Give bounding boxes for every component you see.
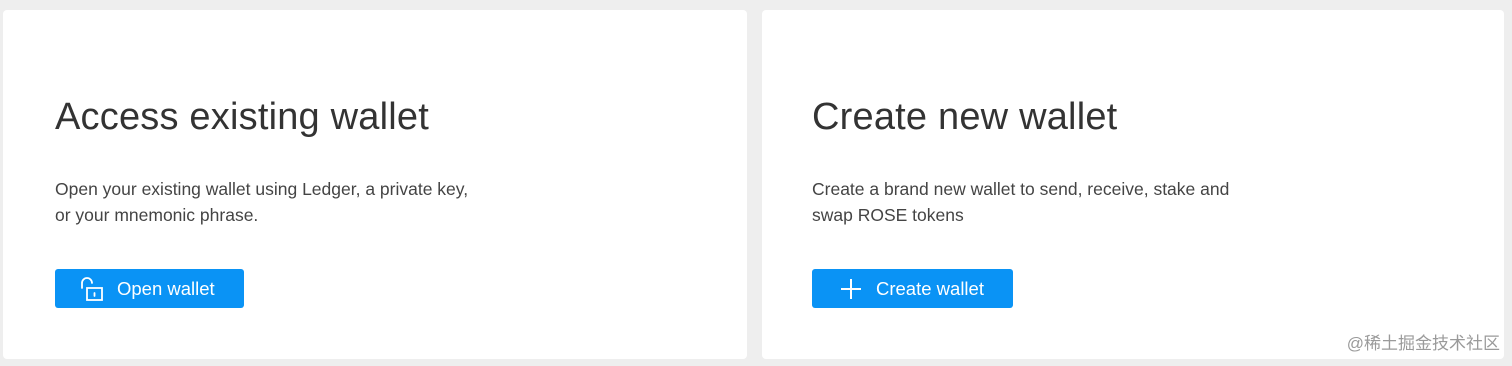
- open-wallet-button[interactable]: Open wallet: [55, 269, 244, 308]
- page: Access existing wallet Open your existin…: [0, 0, 1512, 366]
- access-wallet-title: Access existing wallet: [55, 96, 429, 138]
- create-wallet-card: Create new wallet Create a brand new wal…: [762, 10, 1504, 359]
- create-wallet-description: Create a brand new wallet to send, recei…: [812, 179, 1230, 225]
- access-wallet-description: Open your existing wallet using Ledger, …: [55, 179, 469, 225]
- create-wallet-button[interactable]: Create wallet: [812, 269, 1013, 308]
- watermark: @稀土掘金技术社区: [1346, 334, 1500, 353]
- unlock-icon: [79, 276, 105, 302]
- create-wallet-title: Create new wallet: [812, 96, 1118, 138]
- create-wallet-label: Create wallet: [876, 277, 984, 299]
- open-wallet-label: Open wallet: [117, 277, 215, 299]
- access-wallet-card: Access existing wallet Open your existin…: [3, 10, 747, 359]
- plus-icon: [838, 276, 864, 302]
